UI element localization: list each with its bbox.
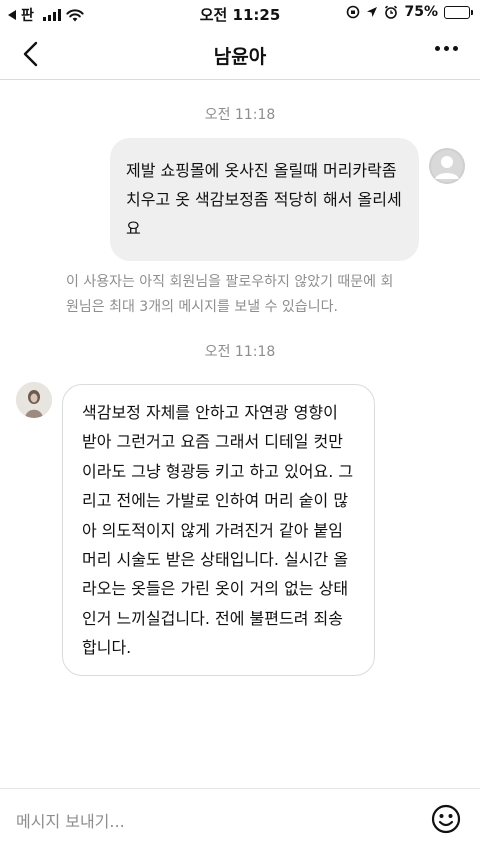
- orientation-lock-icon: [347, 5, 360, 19]
- message-limit-notice: 이 사용자는 아직 회원님을 팔로우하지 않았기 때문에 회원님은 최대 3개의…: [66, 274, 394, 315]
- location-icon: [367, 7, 378, 17]
- chat-header: 남윤아: [0, 28, 480, 80]
- user-placeholder-icon: [429, 148, 465, 184]
- own-avatar: [429, 148, 465, 184]
- status-icons: 75%: [346, 4, 473, 20]
- battery-percent: 75%: [404, 4, 438, 20]
- message-input[interactable]: [16, 807, 406, 835]
- outgoing-message-bubble[interactable]: 제발 쇼핑몰에 옷사진 올릴때 머리카락좀 치우고 옷 색감보정좀 적당히 해서…: [110, 138, 419, 261]
- incoming-message-bubble[interactable]: 색감보정 자체를 안하고 자연광 영향이 받아 그런거고 요즘 그래서 디테일 …: [62, 384, 375, 676]
- timestamp: 오전 11:18: [204, 344, 276, 360]
- alarm-icon: [385, 5, 398, 19]
- emoji-icon[interactable]: [430, 803, 462, 835]
- profile-photo-icon: [16, 382, 52, 418]
- sender-avatar[interactable]: [16, 382, 52, 418]
- battery-icon: [444, 5, 473, 19]
- timestamp: 오전 11:18: [204, 107, 276, 123]
- status-bar: 판 오전 11:25 75%: [0, 0, 480, 28]
- message-composer: [0, 788, 480, 854]
- conversation-title[interactable]: 남윤아: [0, 42, 480, 69]
- more-options-icon[interactable]: [435, 46, 458, 51]
